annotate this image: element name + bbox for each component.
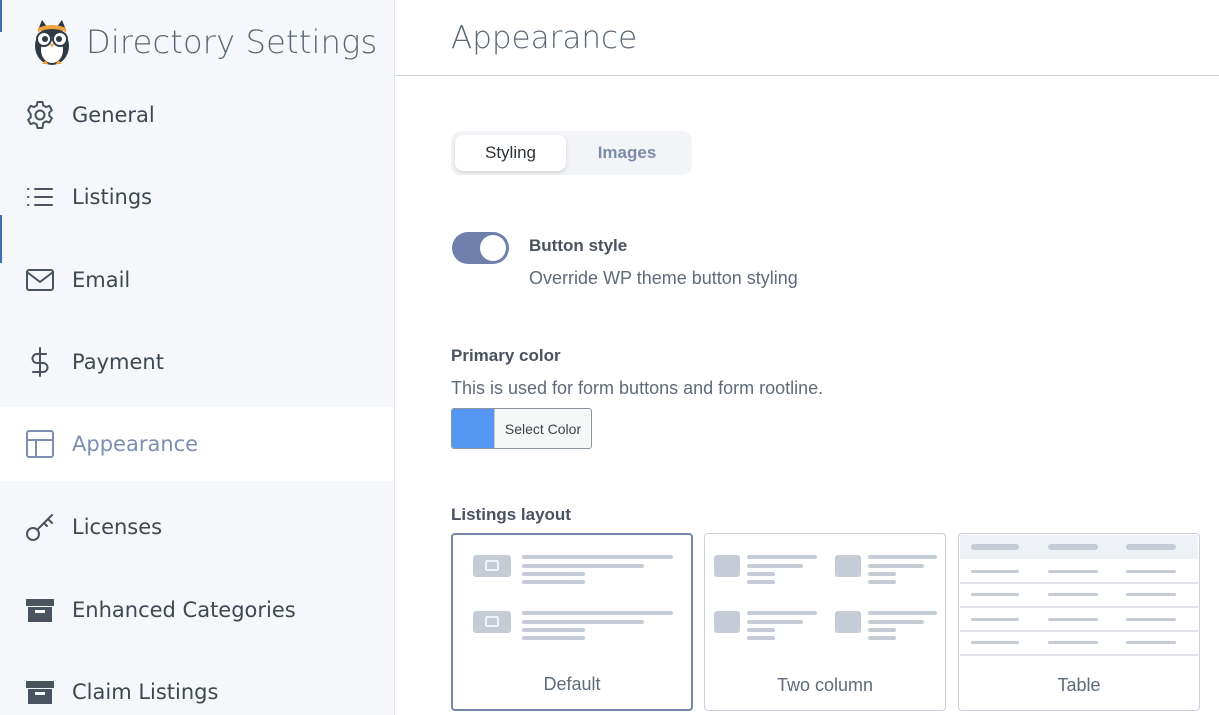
sidebar-item-label: Listings: [72, 185, 153, 209]
primary-color-title: Primary color: [451, 346, 561, 365]
settings-tabs: Styling Images: [451, 131, 692, 175]
button-style-toggle[interactable]: [452, 232, 509, 264]
sidebar-item-enhanced-categories[interactable]: Enhanced Categories: [0, 573, 394, 647]
sidebar-item-listings[interactable]: Listings: [0, 160, 394, 234]
envelope-icon: [24, 264, 56, 296]
listings-layout-title: Listings layout: [451, 505, 571, 524]
primary-color-description: This is used for form buttons and form r…: [451, 378, 824, 398]
dollar-icon: [24, 346, 56, 378]
sidebar-item-licenses[interactable]: Licenses: [0, 490, 394, 564]
button-style-description: Override WP theme button styling: [529, 268, 798, 288]
layout-option-label: Two column: [776, 675, 874, 695]
gear-icon: [24, 99, 56, 131]
sidebar-item-payment[interactable]: Payment: [0, 325, 394, 399]
sidebar-item-label: Email: [72, 268, 131, 292]
sidebar-item-appearance[interactable]: Appearance: [0, 407, 394, 481]
sidebar-item-label: Enhanced Categories: [72, 598, 296, 622]
page-title: Appearance: [451, 20, 638, 56]
list-icon: [24, 181, 56, 213]
button-style-title: Button style: [529, 236, 628, 255]
key-icon: [24, 511, 56, 543]
app-title: Directory Settings: [86, 23, 378, 61]
tab-images[interactable]: Images: [566, 135, 688, 171]
layout-option-label: Table: [1057, 675, 1101, 695]
page-header: Appearance: [396, 0, 1219, 76]
sidebar-item-label: Claim Listings: [72, 680, 219, 704]
select-color-button[interactable]: Select Color: [451, 408, 592, 449]
archive-icon: [24, 594, 56, 626]
sidebar-item-label: Payment: [72, 350, 164, 374]
archive-icon: [24, 676, 56, 708]
toggle-knob: [480, 235, 506, 261]
sidebar-item-label: Appearance: [72, 432, 199, 456]
select-color-label: Select Color: [494, 409, 591, 448]
sidebar-item-claim-listings[interactable]: Claim Listings: [0, 655, 394, 715]
layout-option-label: Default: [543, 674, 601, 694]
owl-logo-icon: [35, 20, 69, 65]
sidebar-item-general[interactable]: General: [0, 78, 394, 152]
sidebar-item-label: General: [72, 103, 155, 127]
layout-icon: [24, 428, 56, 460]
color-swatch: [452, 409, 494, 448]
sidebar-item-label: Licenses: [72, 515, 163, 539]
sidebar: Directory Settings General Listings Emai…: [0, 0, 395, 715]
sidebar-item-email[interactable]: Email: [0, 243, 394, 317]
sidebar-edge-mark: [0, 0, 2, 32]
layout-option-table[interactable]: Table: [958, 533, 1200, 711]
layout-option-two-column[interactable]: Two column: [704, 533, 946, 711]
layout-option-default[interactable]: Default: [451, 533, 693, 711]
brand: Directory Settings: [28, 14, 377, 70]
tab-styling[interactable]: Styling: [455, 135, 566, 171]
